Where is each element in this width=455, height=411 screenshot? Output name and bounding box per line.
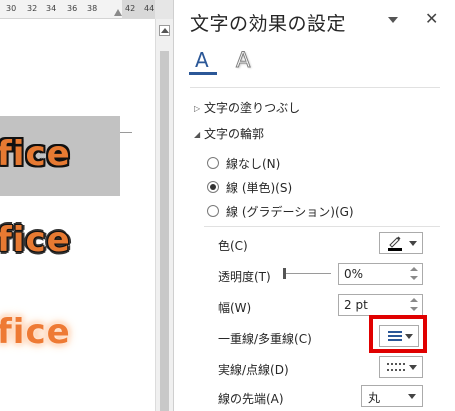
slider-thumb[interactable] (283, 268, 286, 279)
collapse-arrow-icon: ◢ (194, 130, 201, 139)
pane-title: 文字の効果の設定 (190, 13, 347, 35)
radio-button[interactable] (207, 205, 219, 217)
transparency-label: 透明度(T) (218, 270, 271, 284)
ruler-tick: 30 (6, 4, 17, 13)
pen-color-icon (388, 236, 402, 251)
pane-divider (190, 87, 440, 88)
section-label: 文字の塗りつぶし (204, 101, 301, 115)
width-label: 幅(W) (218, 301, 252, 315)
spin-up-icon[interactable] (409, 296, 419, 305)
tab-text-effects[interactable]: A (231, 48, 259, 78)
compound-type-label: 一重線/多重線(C) (218, 332, 312, 346)
expand-arrow-icon: ▷ (194, 104, 201, 113)
cap-type-label: 線の先端(A) (218, 392, 284, 406)
transparency-input[interactable] (339, 264, 407, 284)
transparency-slider[interactable] (283, 267, 331, 279)
spin-down-icon[interactable] (409, 305, 419, 314)
word-art-text[interactable]: fice (0, 220, 71, 260)
dash-type-button[interactable] (379, 356, 423, 378)
ruler-tick: 38 (87, 4, 98, 13)
text-fill-outline-icon: A (195, 48, 209, 72)
outline-color-button[interactable] (379, 232, 423, 254)
radio-label: 線 (単色)(S) (226, 181, 293, 195)
document-area: 30 32 34 36 38 42 44 fice fice fice (0, 0, 173, 411)
color-label: 色(C) (218, 239, 248, 253)
scroll-up-button[interactable] (159, 25, 170, 36)
ruler-tick: 36 (67, 4, 78, 13)
margin-corner-mark (118, 119, 132, 133)
pane-options-chevron-icon[interactable] (385, 14, 401, 26)
transparency-spinner[interactable] (338, 263, 423, 285)
chevron-down-icon (409, 365, 417, 370)
tab-text-fill-outline[interactable]: A (189, 48, 217, 78)
radio-label: 線なし(N) (226, 157, 281, 171)
compound-type-button[interactable] (379, 325, 419, 347)
cap-type-select[interactable]: 丸 (361, 385, 423, 407)
radio-label: 線 (グラデーション)(G) (226, 205, 354, 219)
cap-type-value: 丸 (368, 391, 381, 405)
ruler-tick: 32 (27, 4, 38, 13)
ruler-tick: 34 (46, 4, 57, 13)
horizontal-ruler[interactable]: 30 32 34 36 38 42 44 (0, 0, 155, 19)
text-effects-icon: A (235, 48, 251, 73)
section-text-outline[interactable]: ◢ 文字の輪郭 (194, 125, 264, 142)
chevron-down-icon (408, 394, 416, 399)
section-text-fill[interactable]: ▷ 文字の塗りつぶし (194, 99, 300, 116)
scrollbar-thumb[interactable] (160, 51, 169, 411)
format-text-effects-pane: 文字の効果の設定 ✕ A A ▷ 文字の塗りつぶし ◢ 文字の輪郭 線なし(N) 線… (173, 0, 455, 411)
ruler-tick: 42 (125, 4, 136, 13)
width-spinner[interactable] (338, 294, 423, 316)
section-divider (204, 226, 440, 227)
chevron-down-icon (409, 241, 417, 246)
document-page[interactable] (0, 19, 155, 411)
ruler-tick: 44 (144, 4, 155, 13)
vertical-scrollbar[interactable] (155, 19, 173, 411)
chevron-down-icon (405, 334, 413, 339)
width-input[interactable] (339, 295, 407, 315)
ruler-indent-marker[interactable] (114, 9, 122, 16)
text-fill-underline (189, 72, 217, 75)
radio-button[interactable] (207, 157, 219, 169)
section-label: 文字の輪郭 (204, 127, 265, 141)
radio-button[interactable] (207, 181, 219, 193)
dash-type-label: 実線/点線(D) (218, 363, 289, 377)
close-icon[interactable]: ✕ (425, 10, 438, 28)
compound-lines-icon (388, 331, 402, 341)
dashed-line-icon (387, 363, 405, 371)
spin-up-icon[interactable] (409, 265, 419, 274)
spin-down-icon[interactable] (409, 274, 419, 283)
slider-track (285, 273, 331, 274)
word-art-text[interactable]: fice (0, 312, 71, 352)
word-art-text[interactable]: fice (0, 134, 71, 174)
